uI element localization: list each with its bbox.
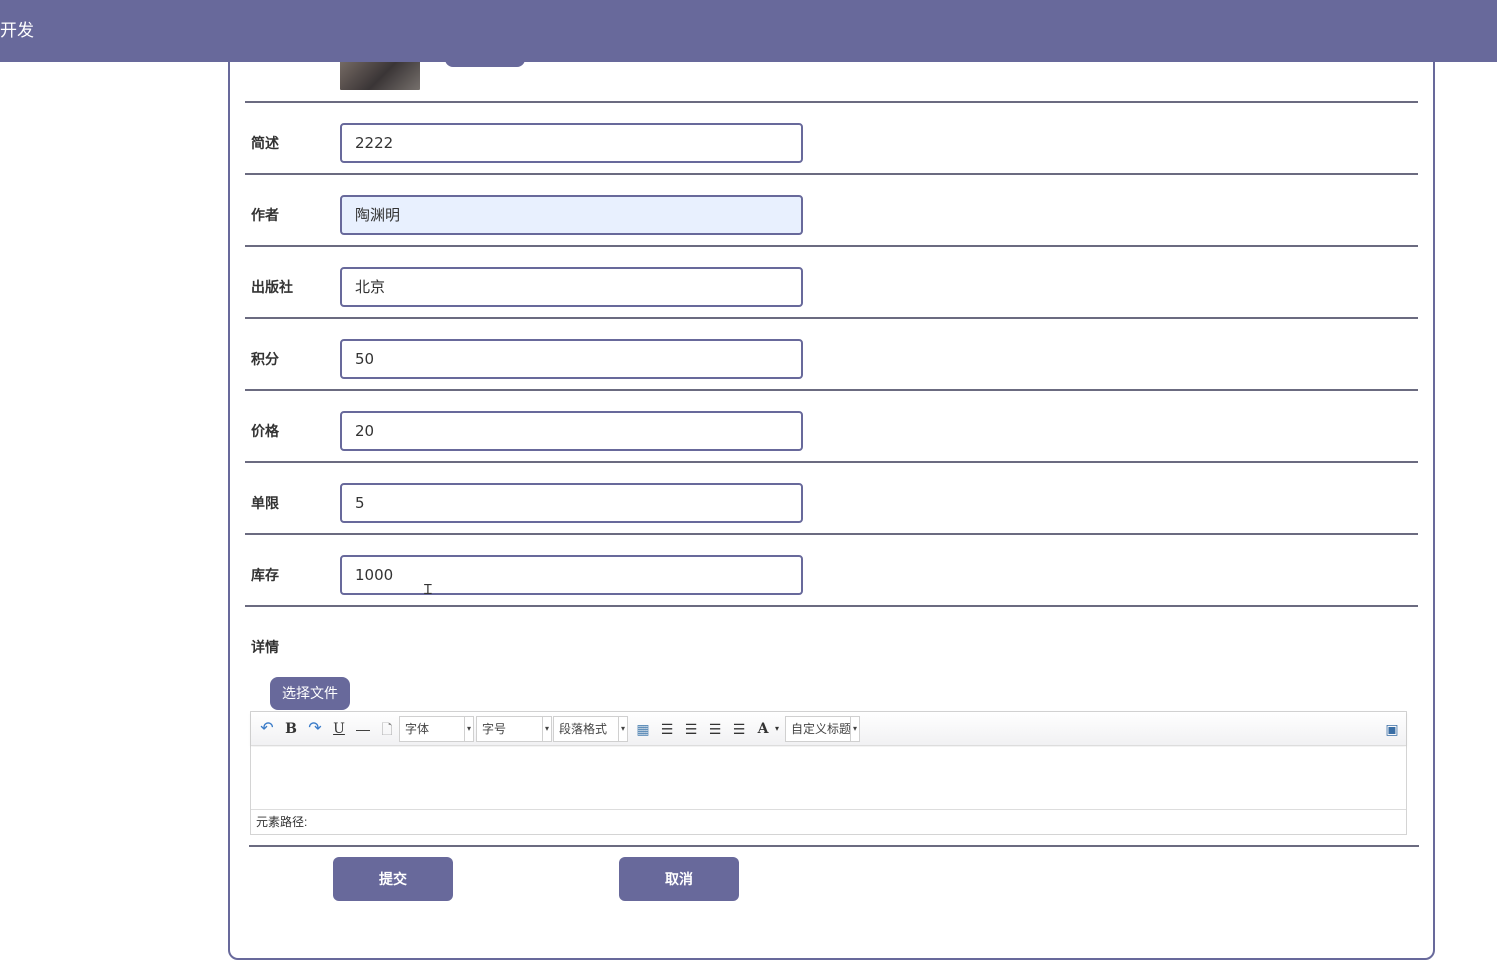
font-family-select[interactable]: 字体 ▾ bbox=[399, 716, 474, 742]
stock-label: 库存 bbox=[251, 567, 279, 583]
row-divider bbox=[245, 245, 1418, 247]
submit-button[interactable]: 提交 bbox=[333, 857, 453, 901]
page-icon[interactable]: 🗋 bbox=[378, 720, 396, 738]
stock-input[interactable]: 1000 bbox=[340, 555, 803, 595]
price-label: 价格 bbox=[251, 423, 279, 439]
author-label: 作者 bbox=[251, 207, 279, 223]
editor-content-area[interactable] bbox=[251, 747, 1406, 809]
order-limit-label: 单限 bbox=[251, 495, 279, 511]
detail-label: 详情 bbox=[251, 639, 279, 655]
paragraph-format-select[interactable]: 段落格式 ▾ bbox=[553, 716, 628, 742]
font-size-select[interactable]: 字号 ▾ bbox=[476, 716, 552, 742]
points-label: 积分 bbox=[251, 351, 279, 367]
text-cursor-icon: Ɪ bbox=[424, 581, 432, 597]
points-input[interactable]: 50 bbox=[340, 339, 803, 379]
row-divider bbox=[245, 533, 1418, 535]
row-divider bbox=[245, 461, 1418, 463]
row-divider bbox=[245, 317, 1418, 319]
cancel-button[interactable]: 取消 bbox=[619, 857, 739, 901]
underline-icon[interactable]: U bbox=[330, 720, 348, 738]
font-color-icon[interactable]: A bbox=[754, 720, 772, 738]
row-divider bbox=[249, 845, 1419, 847]
header-title: 开发 bbox=[0, 21, 34, 40]
row-divider bbox=[245, 173, 1418, 175]
top-header-bar: 开发 bbox=[0, 0, 1497, 62]
price-input[interactable]: 20 bbox=[340, 411, 803, 451]
align-justify-icon[interactable]: ☰ bbox=[730, 720, 748, 738]
undo-icon[interactable]: ↶ bbox=[258, 720, 276, 738]
chevron-down-icon[interactable]: ▾ bbox=[772, 720, 782, 738]
element-path-bar: 元素路径: bbox=[251, 809, 1406, 834]
align-right-icon[interactable]: ☰ bbox=[682, 720, 700, 738]
summary-label: 简述 bbox=[251, 135, 279, 151]
summary-input[interactable]: 2222 bbox=[340, 123, 803, 163]
table-icon[interactable]: ▦ bbox=[634, 720, 652, 738]
row-divider bbox=[245, 605, 1418, 607]
publisher-input[interactable]: 北京 bbox=[340, 267, 803, 307]
horizontal-rule-icon[interactable]: — bbox=[354, 720, 372, 738]
bold-icon[interactable]: B bbox=[282, 720, 300, 738]
author-input[interactable]: 陶渊明 bbox=[340, 195, 803, 235]
rich-text-editor: ↶ B ↷ U — 🗋 字体 ▾ 字号 ▾ 段落格式 ▾ ▦ ☰ ☰ ☰ ☰ A ▾ … bbox=[250, 711, 1407, 835]
row-divider bbox=[245, 389, 1418, 391]
editor-toolbar: ↶ B ↷ U — 🗋 字体 ▾ 字号 ▾ 段落格式 ▾ ▦ ☰ ☰ ☰ ☰ A ▾ … bbox=[251, 712, 1406, 746]
choose-file-button[interactable]: 选择文件 bbox=[270, 677, 350, 710]
redo-icon[interactable]: ↷ bbox=[306, 720, 324, 738]
order-limit-input[interactable]: 5 bbox=[340, 483, 803, 523]
custom-title-select[interactable]: 自定义标题 ▾ bbox=[785, 716, 860, 742]
publisher-label: 出版社 bbox=[251, 279, 293, 295]
align-center-icon[interactable]: ☰ bbox=[706, 720, 724, 738]
row-divider bbox=[245, 101, 1418, 103]
fullscreen-icon[interactable]: ▣ bbox=[1383, 720, 1401, 738]
align-left-icon[interactable]: ☰ bbox=[658, 720, 676, 738]
